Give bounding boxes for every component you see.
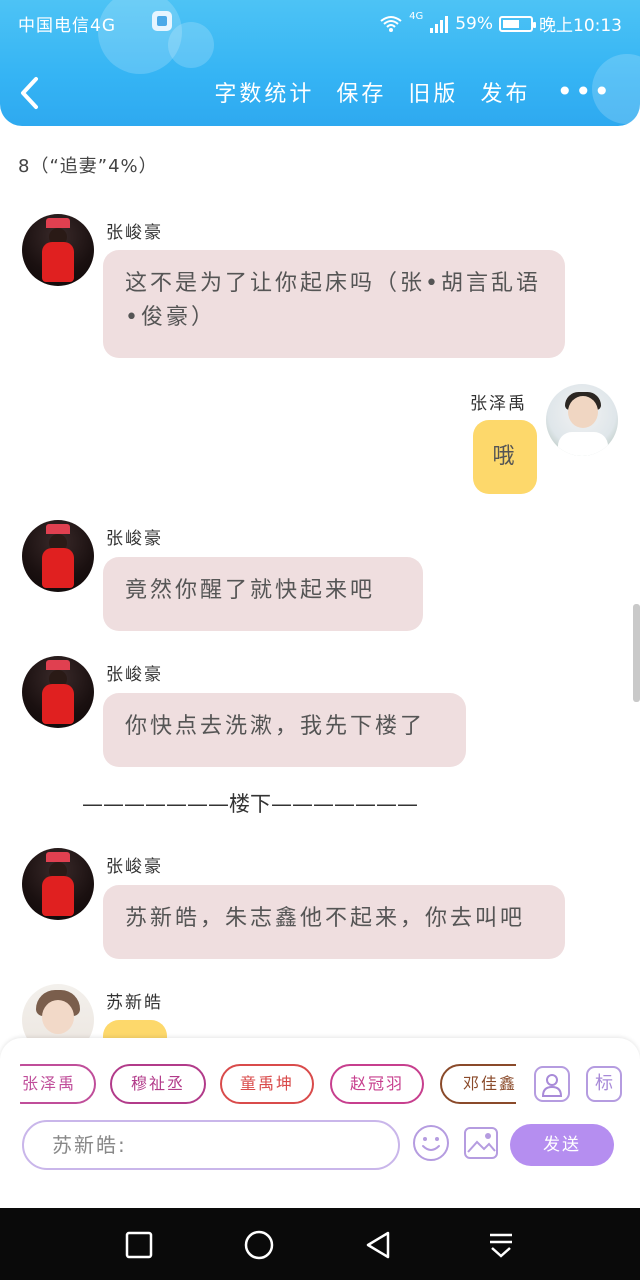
back-button[interactable]: [18, 70, 54, 114]
app-header: 中国电信4G 4G 59% 晚上10:13 字数统计 保存 旧版 发布 •••: [0, 0, 640, 126]
save-button[interactable]: 保存: [336, 76, 386, 108]
avatar[interactable]: [22, 656, 94, 728]
avatar[interactable]: [22, 984, 94, 1038]
avatar[interactable]: [22, 520, 94, 592]
sender-name: 张泽禹: [470, 394, 527, 414]
avatar[interactable]: [22, 214, 94, 286]
header-actions: 字数统计 保存 旧版 发布 •••: [192, 76, 612, 108]
battery-icon: [499, 15, 536, 32]
publish-button[interactable]: 发布: [480, 76, 530, 108]
chat-area[interactable]: 8（“追妻”4%） 张峻豪 这不是为了让你起床吗（张•胡言乱语•俊豪） 张泽禹 …: [0, 126, 640, 1038]
tag-button[interactable]: 标: [586, 1066, 622, 1102]
home-icon[interactable]: [242, 1228, 276, 1262]
clock: 晚上10:13: [539, 16, 622, 36]
notification-pulldown-icon[interactable]: [484, 1228, 518, 1262]
smiley-icon: [413, 1125, 449, 1161]
message-bubble[interactable]: 竟然你醒了就快起来吧: [103, 557, 423, 631]
message-bubble[interactable]: 这不是为了让你起床吗（张•胡言乱语•俊豪）: [103, 250, 565, 358]
carrier-label: 中国电信4G: [18, 16, 116, 36]
battery-percent: 59%: [455, 13, 493, 34]
image-icon: [464, 1127, 498, 1159]
character-chip[interactable]: 童禹坤: [220, 1064, 314, 1104]
character-chip[interactable]: 赵冠羽: [330, 1064, 424, 1104]
avatar[interactable]: [22, 848, 94, 920]
status-bar: 中国电信4G 4G 59% 晚上10:13: [0, 0, 640, 44]
system-nav-bar: [0, 1208, 640, 1280]
app-notification-icon: [152, 11, 172, 31]
character-chip-list[interactable]: 张泽禹 穆祉丞 童禹坤 赵冠羽 邓佳鑫: [20, 1064, 516, 1108]
composer-panel: 张泽禹 穆祉丞 童禹坤 赵冠羽 邓佳鑫 标 苏新皓: 发送: [0, 1038, 640, 1208]
scene-divider: ———————楼下———————: [82, 792, 418, 816]
add-character-button[interactable]: [534, 1066, 570, 1102]
signal-icon: [430, 15, 449, 33]
sender-name: 张峻豪: [106, 223, 163, 243]
person-icon: [541, 1074, 563, 1097]
sender-name: 张峻豪: [106, 529, 163, 549]
back-nav-icon[interactable]: [362, 1228, 396, 1262]
sender-name: 张峻豪: [106, 665, 163, 685]
emoji-button[interactable]: [412, 1124, 450, 1162]
character-chip[interactable]: 张泽禹: [20, 1064, 96, 1104]
network-type-label: 4G: [409, 11, 424, 22]
sender-name: 苏新皓: [106, 993, 163, 1013]
message-bubble[interactable]: 苏新皓，朱志鑫他不起来，你去叫吧: [103, 885, 565, 959]
word-count-button[interactable]: 字数统计: [214, 76, 314, 108]
message-bubble[interactable]: 哦: [473, 420, 537, 494]
message-bubble[interactable]: [103, 1020, 167, 1038]
avatar[interactable]: [546, 384, 618, 456]
image-button[interactable]: [462, 1124, 500, 1162]
send-button[interactable]: 发送: [510, 1124, 614, 1166]
chapter-title: 8（“追妻”4%）: [18, 156, 158, 177]
sender-name: 张峻豪: [106, 857, 163, 877]
old-version-button[interactable]: 旧版: [408, 76, 458, 108]
message-bubble[interactable]: 你快点去洗漱，我先下楼了: [103, 693, 466, 767]
character-chip[interactable]: 穆祉丞: [110, 1064, 206, 1104]
scrollbar-thumb[interactable]: [633, 604, 640, 702]
chevron-left-icon: [21, 77, 38, 109]
wifi-icon: [380, 15, 402, 32]
recent-apps-icon[interactable]: [122, 1228, 156, 1262]
more-options-button[interactable]: •••: [556, 78, 612, 106]
status-indicators: 4G 59% 晚上10:13: [379, 11, 622, 36]
character-chip[interactable]: 邓佳鑫: [440, 1064, 516, 1104]
message-input[interactable]: 苏新皓:: [22, 1120, 400, 1170]
